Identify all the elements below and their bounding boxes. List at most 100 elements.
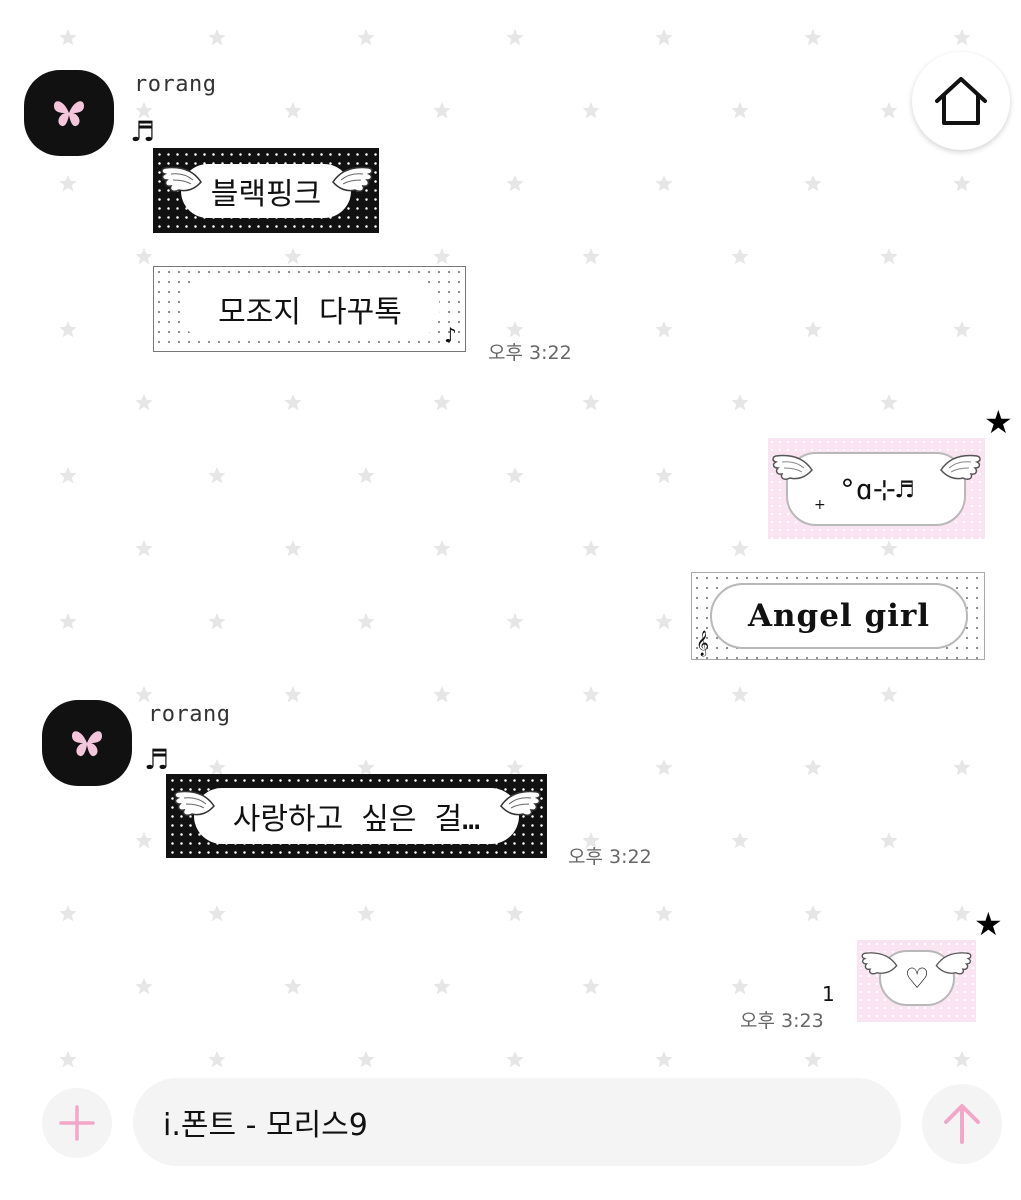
angel-wing-left-icon <box>861 952 898 975</box>
background-star-icon <box>59 1051 77 1068</box>
background-star-icon <box>880 102 898 119</box>
background-star-icon <box>655 29 673 46</box>
background-star-icon <box>880 540 898 557</box>
background-star-icon <box>135 394 153 411</box>
background-star-icon <box>582 102 600 119</box>
background-star-icon <box>804 321 822 338</box>
background-star-icon <box>433 394 451 411</box>
background-star-icon <box>506 29 524 46</box>
background-star-icon <box>655 467 673 484</box>
message-time: 오후 3:23 <box>740 1010 824 1032</box>
background-star-icon <box>506 613 524 630</box>
background-star-icon <box>655 905 673 922</box>
message-pill: 블랙핑크 <box>181 164 351 218</box>
sender-name: rorang <box>148 702 231 727</box>
background-star-icon <box>731 832 749 849</box>
background-star-icon <box>731 248 749 265</box>
message-bubble[interactable]: 블랙핑크 <box>153 148 379 233</box>
background-star-icon <box>506 759 524 776</box>
angel-wing-right-icon <box>500 790 541 816</box>
add-button[interactable] <box>42 1088 112 1158</box>
background-star-icon <box>582 978 600 995</box>
background-star-icon <box>655 1051 673 1068</box>
background-star-icon <box>731 686 749 703</box>
background-star-icon <box>59 175 77 192</box>
background-star-icon <box>506 1051 524 1068</box>
background-star-icon <box>582 686 600 703</box>
butterfly-icon <box>72 731 102 757</box>
background-star-icon <box>208 613 226 630</box>
send-button[interactable] <box>922 1084 1002 1164</box>
message-input-text[interactable]: i.폰트 - 모리스9 <box>163 1100 368 1144</box>
background-star-icon <box>357 1051 375 1068</box>
background-star-icon <box>59 321 77 338</box>
sender-avatar[interactable] <box>24 70 114 156</box>
background-star-icon <box>433 686 451 703</box>
sparkle-icon: + <box>814 497 826 513</box>
treble-clef-icon: 𝄞 <box>696 631 710 656</box>
message-input[interactable]: i.폰트 - 모리스9 <box>133 1078 901 1166</box>
message-bubble[interactable]: 모조지 다꾸톡 ♪ <box>153 266 466 352</box>
background-star-icon <box>731 102 749 119</box>
star-icon: ★ <box>984 403 1013 441</box>
background-star-icon <box>506 905 524 922</box>
message-bubble[interactable]: 사랑하고 싶은 걸… <box>166 774 547 858</box>
background-star-icon <box>284 540 302 557</box>
background-star-icon <box>284 686 302 703</box>
background-star-icon <box>284 394 302 411</box>
message-time: 오후 3:22 <box>488 342 572 364</box>
background-star-icon <box>804 759 822 776</box>
background-star-icon <box>357 905 375 922</box>
angel-wing-right-icon <box>935 952 972 975</box>
background-star-icon <box>655 175 673 192</box>
background-star-icon <box>582 394 600 411</box>
background-star-icon <box>582 540 600 557</box>
plus-icon <box>59 1105 95 1141</box>
background-star-icon <box>357 29 375 46</box>
background-star-icon <box>506 175 524 192</box>
background-star-icon <box>953 905 971 922</box>
message-text: 모조지 다꾸톡 <box>218 295 402 330</box>
sender-avatar[interactable] <box>42 700 132 786</box>
background-star-icon <box>804 1051 822 1068</box>
unread-count: 1 <box>822 982 835 1006</box>
background-star-icon <box>208 1051 226 1068</box>
arrow-up-icon <box>944 1104 980 1144</box>
background-star-icon <box>582 248 600 265</box>
background-star-icon <box>59 467 77 484</box>
angel-wing-left-icon <box>174 790 215 816</box>
message-pill: 모조지 다꾸톡 <box>180 277 440 341</box>
background-star-icon <box>135 540 153 557</box>
message-bubble[interactable]: °ɑ⊹♬ + <box>768 438 985 539</box>
background-star-icon <box>433 978 451 995</box>
heart-icon: ♡ <box>904 961 930 995</box>
home-button[interactable] <box>912 52 1010 150</box>
background-star-icon <box>59 613 77 630</box>
message-bubble[interactable]: Angel girl 𝄞 <box>691 572 985 660</box>
background-star-icon <box>731 978 749 995</box>
background-star-icon <box>433 248 451 265</box>
angel-wing-right-icon <box>332 166 373 192</box>
angel-wing-left-icon <box>772 454 813 480</box>
background-star-icon <box>135 686 153 703</box>
background-star-icon <box>953 321 971 338</box>
background-star-icon <box>953 759 971 776</box>
background-star-icon <box>59 905 77 922</box>
home-icon <box>935 77 987 125</box>
background-star-icon <box>284 978 302 995</box>
angel-wing-right-icon <box>940 454 981 480</box>
background-star-icon <box>731 540 749 557</box>
background-star-icon <box>655 613 673 630</box>
background-star-icon <box>655 759 673 776</box>
background-star-icon <box>59 29 77 46</box>
message-text: °ɑ⊹♬ <box>838 472 914 506</box>
background-star-icon <box>135 832 153 849</box>
background-star-icon <box>506 467 524 484</box>
background-star-icon <box>433 540 451 557</box>
star-icon: ★ <box>974 905 1003 943</box>
message-bubble[interactable]: ♡ <box>857 940 976 1022</box>
background-star-icon <box>880 394 898 411</box>
background-star-icon <box>953 1051 971 1068</box>
background-star-icon <box>880 248 898 265</box>
message-pill: Angel girl <box>710 583 968 649</box>
